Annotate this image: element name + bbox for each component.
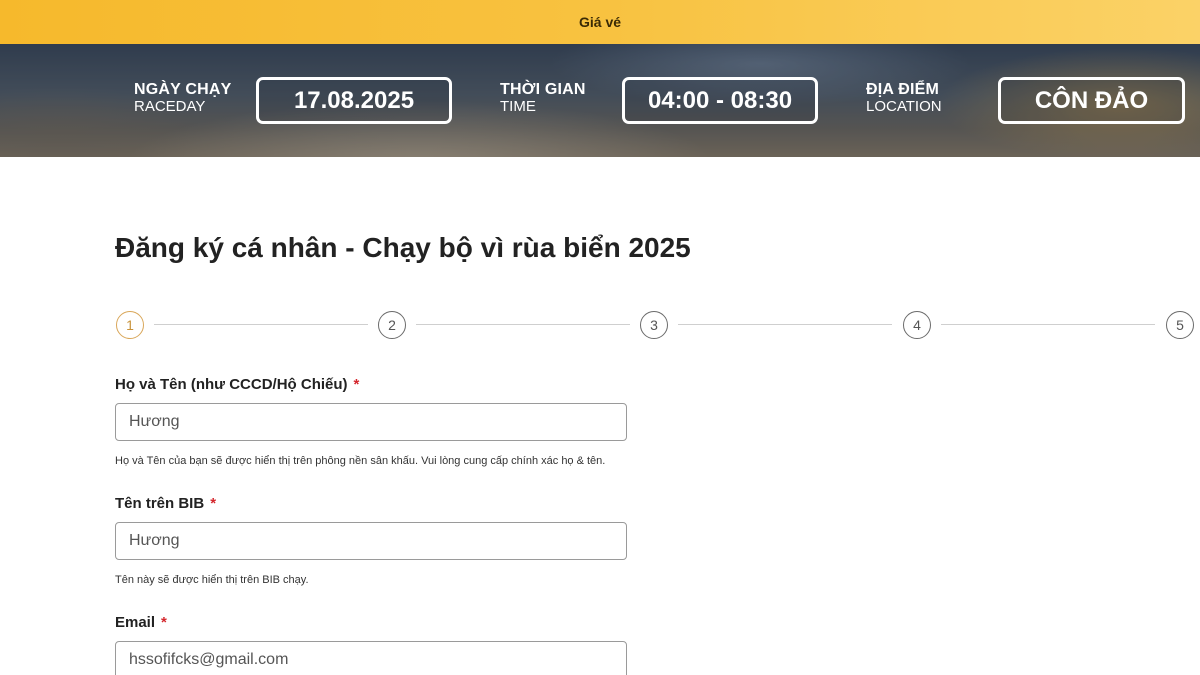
raceday-label-vi: NGÀY CHẠY xyxy=(134,81,232,98)
event-info-banner: NGÀY CHẠY RACEDAY 17.08.2025 THỜI GIAN T… xyxy=(0,44,1200,157)
step-connector xyxy=(416,324,630,325)
location-value: CÔN ĐẢO xyxy=(1034,86,1149,114)
email-label-text: Email xyxy=(115,614,156,631)
full-name-label: Họ và Tên (như CCCD/Hộ Chiếu) * xyxy=(115,376,359,393)
step-5-number: 5 xyxy=(1176,317,1184,333)
step-2[interactable]: 2 xyxy=(378,311,406,339)
location-label-vi: ĐỊA ĐIỂM xyxy=(866,81,940,98)
step-1[interactable]: 1 xyxy=(116,311,144,339)
ticket-price-bar[interactable]: Giá vé xyxy=(0,0,1200,44)
time-value-box: 04:00 - 08:30 xyxy=(622,77,818,124)
time-label-en: TIME xyxy=(500,97,536,115)
time-value: 04:00 - 08:30 xyxy=(647,86,793,114)
page-title: Đăng ký cá nhân - Chạy bộ vì rùa biển 20… xyxy=(115,232,691,263)
step-5[interactable]: 5 xyxy=(1166,311,1194,339)
full-name-label-text: Họ và Tên (như CCCD/Hộ Chiếu) xyxy=(115,376,348,393)
location-label: ĐỊA ĐIỂM LOCATION xyxy=(866,81,942,115)
bib-name-label: Tên trên BIB * xyxy=(115,495,216,512)
step-2-number: 2 xyxy=(388,317,396,333)
bib-name-help: Tên này sẽ được hiển thị trên BIB chạy. xyxy=(115,574,309,586)
step-1-number: 1 xyxy=(126,317,134,333)
location-label-en: LOCATION xyxy=(866,97,942,115)
raceday-label: NGÀY CHẠY RACEDAY xyxy=(134,81,232,115)
time-label: THỜI GIAN TIME xyxy=(500,81,586,115)
required-mark: * xyxy=(353,376,360,393)
step-3[interactable]: 3 xyxy=(640,311,668,339)
required-mark: * xyxy=(161,614,167,631)
raceday-value: 17.08.2025 xyxy=(293,86,415,114)
time-label-vi: THỜI GIAN xyxy=(500,81,586,98)
step-4[interactable]: 4 xyxy=(903,311,931,339)
step-connector xyxy=(941,324,1155,325)
required-mark: * xyxy=(210,495,217,512)
location-value-box: CÔN ĐẢO xyxy=(998,77,1185,124)
ticket-price-label: Giá vé xyxy=(578,14,622,30)
raceday-value-box: 17.08.2025 xyxy=(256,77,452,124)
step-3-number: 3 xyxy=(650,317,658,333)
raceday-label-en: RACEDAY xyxy=(134,97,206,115)
full-name-help: Họ và Tên của bạn sẽ được hiển thị trên … xyxy=(115,455,606,467)
step-4-number: 4 xyxy=(913,317,921,333)
step-indicator: 1 2 3 4 5 xyxy=(0,311,1200,339)
email-label: Email * xyxy=(115,614,167,631)
step-connector xyxy=(154,324,368,325)
bib-name-input[interactable] xyxy=(115,522,627,560)
email-input[interactable] xyxy=(115,641,627,675)
full-name-input[interactable] xyxy=(115,403,627,441)
step-connector xyxy=(678,324,892,325)
bib-name-label-text: Tên trên BIB xyxy=(115,495,205,512)
